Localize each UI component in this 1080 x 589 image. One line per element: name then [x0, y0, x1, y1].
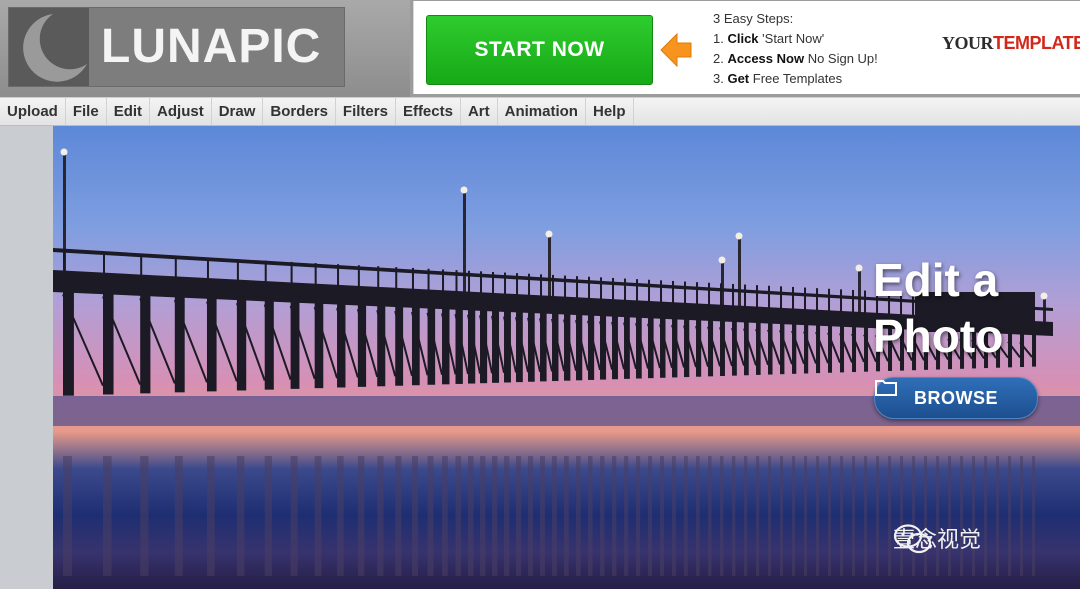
browse-label: BROWSE — [914, 387, 998, 408]
step-2-number: 2. — [713, 51, 724, 66]
menu-adjust[interactable]: Adjust — [150, 98, 212, 125]
steps-title: 3 Easy Steps: — [713, 11, 794, 26]
step-1-text: 'Start Now' — [762, 31, 825, 46]
edit-a-photo-title: Edit a Photo — [873, 252, 1003, 364]
folder-icon — [875, 380, 897, 396]
menu-help[interactable]: Help — [586, 98, 634, 125]
step-3-number: 3. — [713, 71, 724, 86]
start-now-button[interactable]: START NOW — [426, 15, 653, 85]
wechat-icon — [893, 524, 932, 554]
menu-file[interactable]: File — [66, 98, 107, 125]
menu-draw[interactable]: Draw — [212, 98, 264, 125]
menu-borders[interactable]: Borders — [263, 98, 336, 125]
ad-steps: 3 Easy Steps: 1. Click 'Start Now' 2. Ac… — [713, 9, 878, 89]
arrow-left-icon — [660, 32, 692, 68]
menu-bar: Upload File Edit Adjust Draw Borders Fil… — [0, 97, 1080, 126]
menu-animation[interactable]: Animation — [498, 98, 586, 125]
logo-box: LUNAPIC — [8, 7, 345, 87]
title-line-1: Edit a — [873, 254, 999, 306]
header: LUNAPIC START NOW 3 Easy Steps: 1. Click… — [0, 0, 1080, 97]
menu-effects[interactable]: Effects — [396, 98, 461, 125]
logo-template: TEMPLATE — [993, 33, 1080, 53]
step-1: 1. Click 'Start Now' — [713, 29, 878, 49]
step-1-bold: Click — [727, 31, 759, 46]
step-2-text: No Sign Up! — [807, 51, 878, 66]
ad-banner[interactable]: START NOW 3 Easy Steps: 1. Click 'Start … — [413, 1, 1080, 94]
menu-upload[interactable]: Upload — [0, 98, 66, 125]
step-2-bold: Access Now — [727, 51, 805, 66]
menu-edit[interactable]: Edit — [107, 98, 151, 125]
step-1-number: 1. — [713, 31, 724, 46]
logo-text: LUNAPIC — [101, 20, 322, 73]
title-line-2: Photo — [873, 310, 1004, 362]
your-template-logo[interactable]: YOURTEMPLATEF — [942, 33, 1080, 54]
lunapic-logo[interactable]: LUNAPIC — [0, 0, 410, 97]
browse-button[interactable]: BROWSE — [874, 377, 1038, 419]
watermark: 壹念视觉 — [893, 522, 981, 554]
logo-your: YOUR — [942, 33, 994, 53]
menu-art[interactable]: Art — [461, 98, 498, 125]
menu-filters[interactable]: Filters — [336, 98, 396, 125]
step-3-bold: Get — [727, 71, 750, 86]
step-3-text: Free Templates — [752, 71, 843, 86]
lunapic-moon-icon — [9, 8, 89, 86]
step-3: 3. Get Free Templates — [713, 69, 878, 89]
hero-banner: Edit a Photo BROWSE 壹念视觉 — [53, 126, 1080, 589]
step-2: 2. Access Now No Sign Up! — [713, 49, 878, 69]
